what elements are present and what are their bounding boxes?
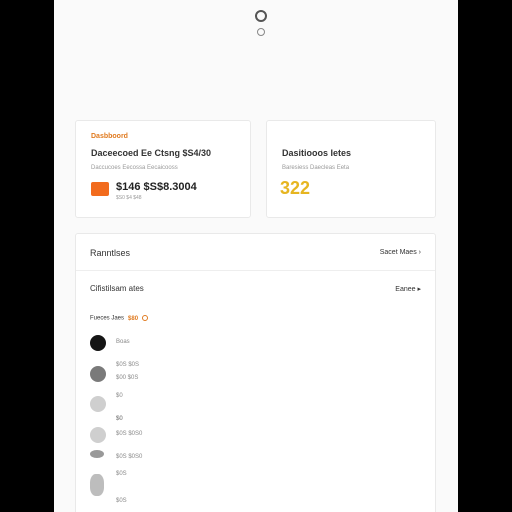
list-item-text: $00 $0S — [116, 375, 139, 381]
avatar — [90, 450, 104, 458]
list-item[interactable]: $0S $0S0 — [90, 427, 290, 447]
list-item-text: $0S $0S0 — [116, 454, 143, 460]
top-icon-group — [254, 10, 268, 36]
list-item-text: $0 — [116, 416, 123, 422]
list-item-text: Boas — [116, 339, 130, 345]
panel-header: Ranntlses Sacet Maes › — [76, 234, 435, 271]
card-subtitle: Daccucoes Eecossa Eecaicooss — [91, 165, 178, 171]
list-item-text: $0S $0S0 — [116, 431, 143, 437]
card-meta: $S0 $4 $48 — [116, 195, 142, 201]
card-subtitle: Baresiess Daecleas Eeta — [282, 165, 350, 171]
card-tag: Dasbboord — [91, 133, 128, 140]
brand-logo-icon — [91, 182, 109, 196]
card-number: 322 — [280, 178, 311, 198]
avatar — [90, 474, 104, 496]
app-page: Dasbboord Daceecoed Ee Ctsng $S4/30 Dacc… — [54, 0, 458, 512]
avatar — [90, 427, 106, 443]
settings-icon[interactable] — [255, 10, 267, 22]
info-icon — [142, 315, 149, 321]
results-panel: Ranntlses Sacet Maes › Cifistilsam ates … — [75, 233, 436, 512]
filter-label: Fueces Jaes — [90, 315, 125, 322]
summary-card-left[interactable]: Dasbboord Daceecoed Ee Ctsng $S4/30 Dacc… — [75, 120, 251, 218]
list-item[interactable]: $0S — [90, 474, 290, 504]
see-more-label: Sacet Maes — [379, 249, 417, 256]
avatar — [90, 335, 106, 351]
section-link-label: Eanee — [395, 286, 416, 293]
card-amount: $146 $S$8.3004 — [116, 181, 197, 193]
see-more-link[interactable]: Sacet Maes › — [380, 249, 421, 256]
section-link[interactable]: Eanee ▸ — [395, 285, 421, 293]
panel-title: Ranntlses — [90, 248, 131, 258]
summary-card-right[interactable]: Dasitiooos Ietes Baresiess Daecleas Eeta… — [266, 120, 436, 218]
avatar — [90, 396, 106, 412]
chevron-right-icon: › — [418, 249, 421, 256]
list-item[interactable]: $00 $0S — [90, 366, 290, 386]
list-item-text: $0S — [116, 498, 127, 504]
caret-right-icon: ▸ — [417, 286, 421, 293]
filter-badge: $80 — [128, 315, 139, 322]
card-title: Daceecoed Ee Ctsng $S4/30 — [91, 148, 212, 158]
card-title: Dasitiooos Ietes — [282, 148, 352, 158]
circle-icon[interactable] — [257, 28, 265, 36]
list-item[interactable]: Boas — [90, 335, 290, 355]
section-title: Cifistilsam ates — [90, 284, 144, 293]
avatar — [90, 366, 106, 382]
filter-row[interactable]: Fueces Jaes $80 — [90, 315, 149, 322]
